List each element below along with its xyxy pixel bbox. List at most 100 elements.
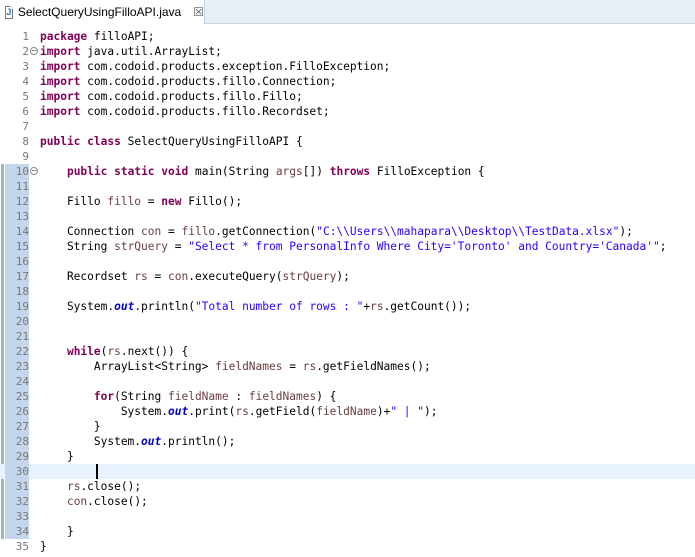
code-line[interactable]: 20 [0, 314, 695, 329]
code-token: fieldNames [215, 360, 283, 373]
code-token: static [114, 165, 155, 178]
line-number: 30 [5, 464, 29, 479]
code-token: con [66, 495, 88, 508]
code-line[interactable]: 8 public class SelectQueryUsingFilloAPI { [0, 134, 695, 149]
code-text: String strQuery = "Select * from Persona… [40, 239, 667, 254]
code-token: } [40, 420, 101, 433]
line-number: 22 [5, 344, 29, 359]
code-token: } [40, 525, 74, 538]
code-line[interactable]: 34 } [0, 524, 695, 539]
code-line[interactable]: 13 [0, 209, 695, 224]
code-token: java.util.ArrayList; [80, 45, 222, 58]
code-token: main(String [188, 165, 276, 178]
line-number: 27 [5, 419, 29, 434]
code-token: import [40, 90, 81, 103]
line-number: 19 [5, 299, 29, 314]
code-token: System. [40, 435, 142, 448]
code-line[interactable]: 7 [0, 119, 695, 134]
code-line[interactable]: 12 Fillo fillo = new Fillo(); [0, 194, 695, 209]
code-token: out [141, 435, 162, 448]
code-line[interactable]: 23 ArrayList<String> fieldNames = rs.get… [0, 359, 695, 374]
editor-tab-bar: J SelectQueryUsingFilloAPI.java ☒ [0, 0, 695, 24]
code-line[interactable]: 15 String strQuery = "Select * from Pers… [0, 239, 695, 254]
line-number: 10 [5, 164, 29, 179]
line-number: 20 [5, 314, 29, 329]
code-text: Fillo fillo = new Fillo(); [40, 194, 242, 209]
code-token: SelectQueryUsingFilloAPI { [120, 135, 303, 148]
code-token: ); [424, 405, 438, 418]
code-text: public class SelectQueryUsingFilloAPI { [40, 134, 303, 149]
code-line[interactable]: 16 [0, 254, 695, 269]
code-token: .println(); [161, 435, 236, 448]
code-line[interactable]: 14 Connection con = fillo.getConnection(… [0, 224, 695, 239]
code-line[interactable]: 30 [0, 464, 695, 479]
code-line[interactable]: 1 package filloAPI; [0, 29, 695, 44]
code-token: "Total number of rows : " [194, 300, 364, 313]
code-text: Recordset rs = con.executeQuery(strQuery… [40, 269, 350, 284]
code-line[interactable]: 17 Recordset rs = con.executeQuery(strQu… [0, 269, 695, 284]
code-line[interactable]: 22 while(rs.next()) { [0, 344, 695, 359]
code-line[interactable]: 4 import com.codoid.products.fillo.Connec… [0, 74, 695, 89]
code-line[interactable]: 31 rs.close(); [0, 479, 695, 494]
code-token: fillo [181, 225, 216, 238]
code-line[interactable]: 25 for(String fieldName : fieldNames) { [0, 389, 695, 404]
code-token: rs [302, 360, 317, 373]
code-token: while [66, 345, 101, 358]
code-text: import java.util.ArrayList; [40, 44, 222, 59]
code-token: )+ [376, 405, 391, 418]
line-number: 28 [5, 434, 29, 449]
line-number: 3 [22, 60, 29, 73]
code-editor[interactable]: 1 package filloAPI; 2− import java.util.Arr… [0, 24, 695, 557]
code-line[interactable]: 2− import java.util.ArrayList; [0, 44, 695, 59]
fold-toggle-icon[interactable]: − [30, 167, 38, 175]
code-line[interactable]: 29 } [0, 449, 695, 464]
code-token: con [168, 270, 189, 283]
tab-title: SelectQueryUsingFilloAPI.java [17, 5, 182, 19]
code-token: ); [619, 225, 633, 238]
code-token: = [167, 240, 189, 253]
code-line[interactable]: 32 con.close(); [0, 494, 695, 509]
code-token: .println( [134, 300, 195, 313]
code-token: new [161, 195, 182, 208]
code-token: import [40, 45, 81, 58]
code-token: System. [40, 300, 115, 313]
code-token: ArrayList<String> [40, 360, 216, 373]
code-line[interactable]: 18 [0, 284, 695, 299]
line-number: 16 [5, 254, 29, 269]
text-caret [96, 464, 98, 479]
code-line[interactable]: 35} [0, 539, 695, 554]
code-line[interactable]: 19 System.out.println("Total number of r… [0, 299, 695, 314]
line-number: 24 [5, 374, 29, 389]
fold-toggle-icon[interactable]: − [30, 47, 38, 55]
code-token: import [40, 75, 81, 88]
close-icon[interactable]: ☒ [193, 6, 204, 18]
code-line[interactable]: 27 } [0, 419, 695, 434]
code-text: Connection con = fillo.getConnection("C:… [40, 224, 633, 239]
code-token: .print( [188, 405, 236, 418]
code-token: .next()) { [120, 345, 189, 358]
code-token: .getFieldNames(); [316, 360, 431, 373]
code-token: fieldNames [248, 390, 317, 403]
code-line[interactable]: 9 [0, 149, 695, 164]
code-line[interactable]: 33 [0, 509, 695, 524]
code-line[interactable]: 28 System.out.println(); [0, 434, 695, 449]
code-token: System. [40, 405, 168, 418]
code-line[interactable]: 11 [0, 179, 695, 194]
code-line[interactable]: 24 [0, 374, 695, 389]
code-text: rs.close(); [40, 479, 141, 494]
code-line[interactable]: 26 System.out.print(rs.getField(fieldNam… [0, 404, 695, 419]
code-line[interactable]: 5 import com.codoid.products.fillo.Fillo; [0, 89, 695, 104]
editor-tab[interactable]: J SelectQueryUsingFilloAPI.java ☒ [0, 0, 205, 24]
line-number: 17 [5, 269, 29, 284]
line-number: 1 [22, 30, 29, 43]
code-token: = [282, 360, 303, 373]
code-line[interactable]: 3 import com.codoid.products.exception.Fi… [0, 59, 695, 74]
code-line[interactable]: 10− public static void main(String args[… [0, 164, 695, 179]
code-text: for(String fieldName : fieldNames) { [40, 389, 337, 404]
line-number: 31 [5, 479, 29, 494]
code-token: out [167, 405, 189, 418]
code-line[interactable]: 6 import com.codoid.products.fillo.Record… [0, 104, 695, 119]
code-line[interactable]: 21 [0, 329, 695, 344]
line-number: 6 [22, 105, 29, 118]
